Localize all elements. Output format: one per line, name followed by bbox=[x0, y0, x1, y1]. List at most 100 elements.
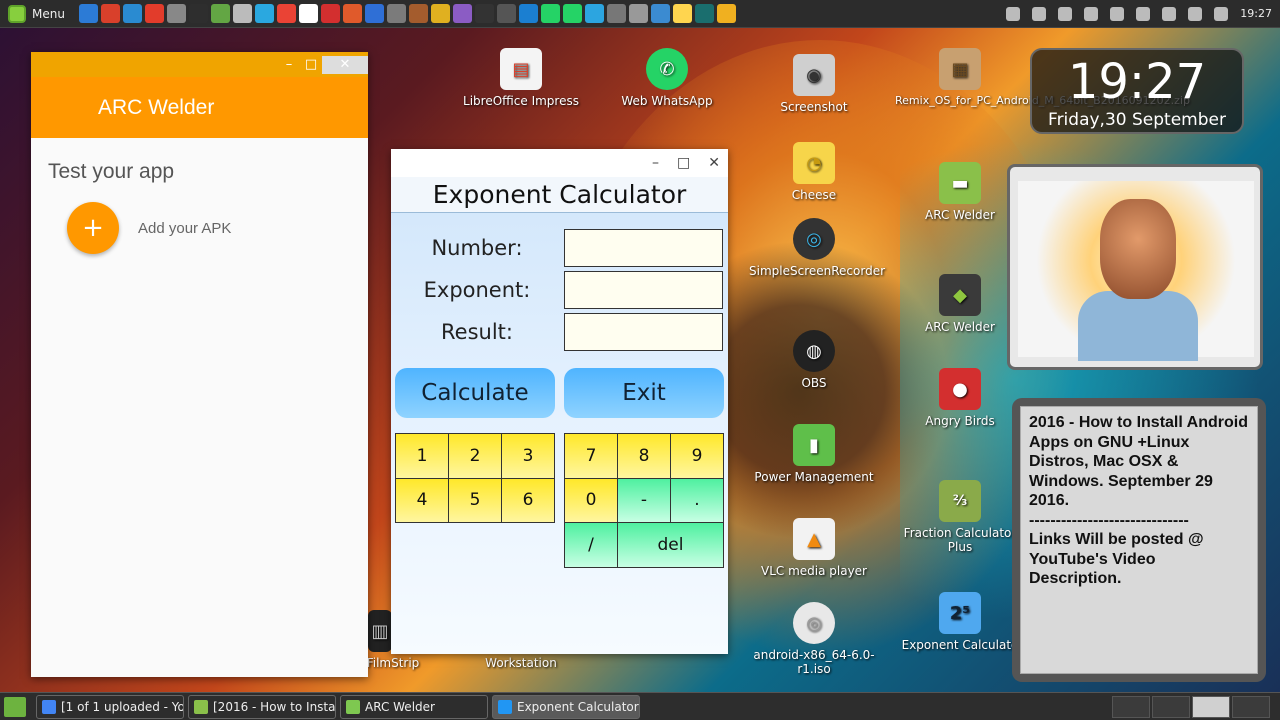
key-6[interactable]: 6 bbox=[502, 478, 555, 523]
workspace-1[interactable] bbox=[1112, 695, 1150, 718]
key-5[interactable]: 5 bbox=[449, 478, 502, 523]
panel-clock[interactable]: 19:27 bbox=[1240, 7, 1272, 20]
launcher-app-icon[interactable] bbox=[540, 4, 560, 23]
workspace-3[interactable] bbox=[1192, 695, 1230, 718]
minimize-icon[interactable]: – bbox=[278, 56, 300, 74]
launcher-app-icon[interactable] bbox=[606, 4, 626, 23]
network-icon[interactable] bbox=[1162, 6, 1177, 21]
power-icon[interactable] bbox=[1084, 6, 1099, 21]
accessibility-icon[interactable] bbox=[1006, 6, 1021, 21]
result-output[interactable] bbox=[564, 313, 723, 351]
disc-icon: ◎ bbox=[793, 602, 835, 644]
launcher-app-icon[interactable] bbox=[474, 4, 494, 23]
menu-button[interactable]: Menu bbox=[0, 0, 73, 28]
arc-welder-titlebar[interactable]: – □ ✕ bbox=[31, 52, 368, 77]
add-apk-label[interactable]: Add your APK bbox=[138, 220, 231, 237]
launcher-app-icon[interactable] bbox=[298, 4, 318, 23]
key-1[interactable]: 1 bbox=[396, 434, 449, 479]
desktop-icon-exponent[interactable]: 2⁵ Exponent Calculato bbox=[895, 592, 1025, 652]
launcher-app-icon[interactable] bbox=[364, 4, 384, 23]
android-icon: ◆ bbox=[939, 274, 981, 316]
launcher-app-icon[interactable] bbox=[166, 4, 186, 23]
launcher-app-icon[interactable] bbox=[100, 4, 120, 23]
sticky-note-paper[interactable]: 2016 - How to Install Android Apps on GN… bbox=[1020, 406, 1258, 674]
launcher-app-icon[interactable] bbox=[122, 4, 142, 23]
task-youtube-upload[interactable]: [1 of 1 uploaded - Yo... bbox=[36, 694, 184, 719]
close-icon[interactable]: ✕ bbox=[708, 155, 720, 171]
desktop-icon-whatsapp[interactable]: ✆ Web WhatsApp bbox=[602, 48, 732, 108]
desktop-icon-cheese[interactable]: ◔ Cheese bbox=[749, 142, 879, 202]
add-apk-row[interactable]: + Add your APK bbox=[67, 202, 368, 254]
exit-button[interactable]: Exit bbox=[564, 368, 724, 418]
music-icon[interactable] bbox=[1188, 6, 1203, 21]
add-apk-button[interactable]: + bbox=[67, 202, 119, 254]
launcher-app-icon[interactable] bbox=[562, 4, 582, 23]
desktop-icon-fraction[interactable]: ⅔ Fraction Calculator Plus bbox=[895, 480, 1025, 554]
launcher-app-icon[interactable] bbox=[276, 4, 296, 23]
launcher-app-icon[interactable] bbox=[254, 4, 274, 23]
desktop-icon-vlc[interactable]: ▲ VLC media player bbox=[749, 518, 879, 578]
launcher-app-icon[interactable] bbox=[320, 4, 340, 23]
desktop-icon-remix-zip[interactable]: ▦ Remix_OS_for_PC_Android_M_64bit_B20160… bbox=[895, 48, 1190, 107]
files-icon[interactable] bbox=[1058, 6, 1073, 21]
maximize-icon[interactable]: □ bbox=[677, 155, 690, 171]
desktop-icon-power[interactable]: ▮ Power Management bbox=[749, 424, 879, 484]
close-icon[interactable]: ✕ bbox=[322, 55, 368, 74]
calculate-button[interactable]: Calculate bbox=[395, 368, 555, 418]
show-desktop-icon[interactable] bbox=[4, 696, 26, 717]
close-tray-icon[interactable] bbox=[1032, 6, 1047, 21]
desktop-icon-label: Exponent Calculato bbox=[901, 638, 1019, 652]
minimize-icon[interactable]: – bbox=[652, 155, 659, 171]
key-2[interactable]: 2 bbox=[449, 434, 502, 479]
user-icon[interactable] bbox=[1136, 6, 1151, 21]
launcher-app-icon[interactable] bbox=[452, 4, 472, 23]
key-3[interactable]: 3 bbox=[502, 434, 555, 479]
launcher-app-icon[interactable] bbox=[408, 4, 428, 23]
task-exponent-calculator[interactable]: Exponent Calculator bbox=[492, 694, 640, 719]
key-8[interactable]: 8 bbox=[618, 434, 671, 479]
launcher-app-icon[interactable] bbox=[694, 4, 714, 23]
key-minus[interactable]: - bbox=[618, 478, 671, 524]
launcher-app-icon[interactable] bbox=[430, 4, 450, 23]
launcher-app-icon[interactable] bbox=[210, 4, 230, 23]
task-folder[interactable]: [2016 - How to Instal... bbox=[188, 694, 336, 719]
desktop-icon-arc-welder[interactable]: ◆ ARC Welder bbox=[895, 274, 1025, 334]
task-arc-welder[interactable]: ARC Welder bbox=[340, 694, 488, 719]
key-divide[interactable]: / bbox=[565, 523, 618, 568]
key-9[interactable]: 9 bbox=[671, 434, 724, 479]
exponent-calculator-titlebar[interactable]: – □ ✕ bbox=[391, 149, 728, 177]
launcher-app-icon[interactable] bbox=[628, 4, 648, 23]
launcher-app-icon[interactable] bbox=[496, 4, 516, 23]
desktop-icon-screenshot[interactable]: ◉ Screenshot bbox=[749, 54, 879, 114]
key-4[interactable]: 4 bbox=[396, 478, 449, 523]
launcher-app-icon[interactable] bbox=[672, 4, 692, 23]
launcher-app-icon[interactable] bbox=[584, 4, 604, 23]
desktop-icon-angry-birds[interactable]: ● Angry Birds bbox=[895, 368, 1025, 428]
launcher-app-icon[interactable] bbox=[386, 4, 406, 23]
desktop-icon-impress[interactable]: ▤ LibreOffice Impress bbox=[456, 48, 586, 108]
launcher-app-icon[interactable] bbox=[650, 4, 670, 23]
launcher-app-icon[interactable] bbox=[78, 4, 98, 23]
launcher-app-icon[interactable] bbox=[342, 4, 362, 23]
launcher-app-icon[interactable] bbox=[232, 4, 252, 23]
exponent-input[interactable] bbox=[564, 271, 723, 309]
key-7[interactable]: 7 bbox=[565, 434, 618, 479]
key-delete[interactable]: del bbox=[618, 523, 724, 568]
sync-icon[interactable] bbox=[1110, 6, 1125, 21]
desktop-icon-arc-folder[interactable]: ▬ ARC Welder bbox=[895, 162, 1025, 222]
launcher-app-icon[interactable] bbox=[518, 4, 538, 23]
battery-icon[interactable] bbox=[1214, 6, 1229, 21]
desktop-icon-screenrecorder[interactable]: ◎ SimpleScreenRecorder bbox=[749, 218, 885, 278]
desktop-icon-workstation[interactable]: Workstation bbox=[456, 656, 586, 670]
launcher-app-icon[interactable] bbox=[716, 4, 736, 23]
desktop-icon-obs[interactable]: ◍ OBS bbox=[749, 330, 879, 390]
number-input[interactable] bbox=[564, 229, 723, 267]
launcher-app-icon[interactable] bbox=[144, 4, 164, 23]
workspace-2[interactable] bbox=[1152, 695, 1190, 718]
desktop-icon-android-iso[interactable]: ◎ android-x86_64-6.0-r1.iso bbox=[749, 602, 879, 676]
workspace-4[interactable] bbox=[1232, 695, 1270, 718]
key-dot[interactable]: . bbox=[671, 478, 724, 524]
maximize-icon[interactable]: □ bbox=[300, 56, 322, 74]
launcher-app-icon[interactable] bbox=[188, 4, 208, 23]
key-0[interactable]: 0 bbox=[565, 478, 618, 524]
